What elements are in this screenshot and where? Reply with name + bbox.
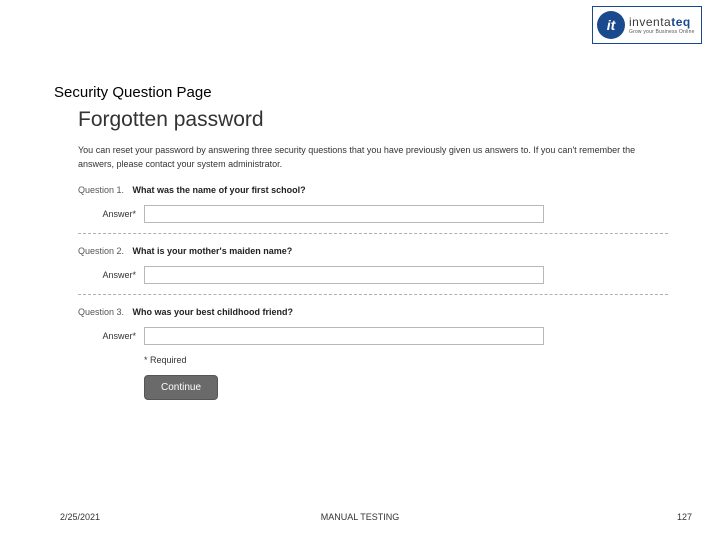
logo-brand: inventateq (629, 15, 695, 29)
question-line: Question 1. What was the name of your fi… (78, 185, 668, 195)
question-text: Who was your best childhood friend? (133, 307, 294, 317)
brand-logo: it inventateq Grow your Business Online (592, 6, 702, 44)
footer-title: MANUAL TESTING (321, 512, 400, 522)
question-block-1: Question 1. What was the name of your fi… (78, 185, 668, 223)
answer-row: Answer* (78, 327, 668, 345)
divider (78, 294, 668, 295)
continue-button-label: Continue (161, 382, 201, 393)
question-label: Question 1. (78, 185, 124, 195)
question-text: What was the name of your first school? (133, 185, 306, 195)
form-heading: Forgotten password (78, 108, 668, 132)
logo-tagline: Grow your Business Online (629, 29, 695, 35)
question-block-2: Question 2. What is your mother's maiden… (78, 246, 668, 284)
slide-title: Security Question Page (54, 84, 212, 101)
footer-page-number: 127 (677, 512, 692, 522)
question-label: Question 3. (78, 307, 124, 317)
footer-date: 2/25/2021 (60, 512, 100, 522)
logo-mark-icon: it (597, 11, 625, 39)
divider (78, 233, 668, 234)
logo-brand-prefix: inventa (629, 15, 671, 29)
form-description: You can reset your password by answering… (78, 144, 668, 171)
answer-input-2[interactable] (144, 266, 544, 284)
question-block-3: Question 3. Who was your best childhood … (78, 307, 668, 345)
answer-row: Answer* (78, 266, 668, 284)
answer-label: Answer* (78, 331, 144, 341)
continue-button[interactable]: Continue (144, 375, 218, 400)
logo-brand-suffix: teq (671, 15, 691, 29)
logo-mark-text: it (607, 17, 616, 33)
answer-label: Answer* (78, 209, 144, 219)
answer-label: Answer* (78, 270, 144, 280)
form-screenshot: Forgotten password You can reset your pa… (78, 108, 668, 400)
required-note: * Required (144, 355, 668, 365)
answer-input-3[interactable] (144, 327, 544, 345)
question-label: Question 2. (78, 246, 124, 256)
logo-text: inventateq Grow your Business Online (629, 15, 695, 35)
slide-footer: 2/25/2021 MANUAL TESTING 127 (0, 512, 720, 522)
answer-row: Answer* (78, 205, 668, 223)
answer-input-1[interactable] (144, 205, 544, 223)
question-line: Question 2. What is your mother's maiden… (78, 246, 668, 256)
question-line: Question 3. Who was your best childhood … (78, 307, 668, 317)
question-text: What is your mother's maiden name? (133, 246, 293, 256)
